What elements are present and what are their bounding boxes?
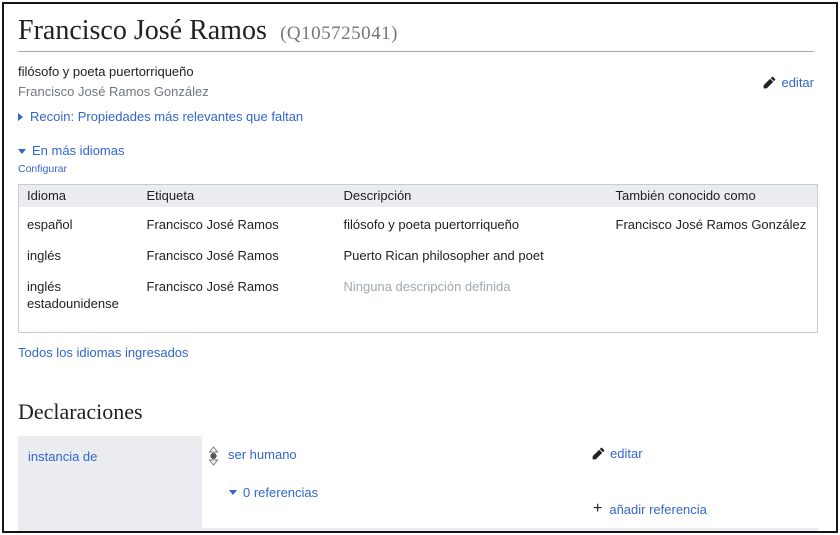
add-value-link[interactable]: añadir valor: [595, 532, 679, 533]
page-title: Francisco José Ramos: [18, 15, 267, 46]
cell-description-empty[interactable]: Ninguna descripción definida: [336, 269, 608, 333]
recoin-row: Recoin: Propiedades más relevantes que f…: [18, 107, 814, 127]
cell-language: español: [19, 207, 139, 238]
edit-statement-label: editar: [610, 446, 643, 461]
edit-terms-link[interactable]: editar: [763, 62, 814, 102]
add-reference-label: añadir referencia: [609, 502, 707, 517]
pencil-icon: [592, 447, 605, 460]
cell-label[interactable]: Francisco José Ramos: [139, 238, 336, 269]
entity-page: Francisco José Ramos (Q105725041) filóso…: [2, 2, 838, 533]
chevron-right-icon[interactable]: [18, 113, 23, 121]
cell-alias[interactable]: Francisco José Ramos González: [608, 207, 818, 238]
cell-description[interactable]: filósofo y poeta puertorriqueño: [336, 207, 608, 238]
more-languages-toggle[interactable]: En más idiomas: [18, 142, 814, 160]
entity-alias: Francisco José Ramos González: [18, 82, 763, 102]
cell-alias[interactable]: [608, 269, 818, 333]
pencil-icon: [763, 76, 776, 89]
page-content: Francisco José Ramos (Q105725041) filóso…: [4, 15, 836, 533]
table-row: inglés Francisco José Ramos Puerto Rican…: [19, 238, 818, 269]
entity-terms: filósofo y poeta puertorriqueño Francisc…: [18, 62, 814, 102]
references-count-label: 0 referencias: [243, 485, 318, 500]
table-row: inglés estadounidense Francisco José Ram…: [19, 269, 818, 333]
column-header-etiqueta: Etiqueta: [139, 185, 336, 208]
column-header-descripcion: Descripción: [336, 185, 608, 208]
language-table: Idioma Etiqueta Descripción También cono…: [18, 184, 818, 333]
cell-label[interactable]: Francisco José Ramos: [139, 269, 336, 333]
table-row: español Francisco José Ramos filósofo y …: [19, 207, 818, 238]
plus-icon: [593, 503, 602, 515]
cell-label[interactable]: Francisco José Ramos: [139, 207, 336, 238]
property-link[interactable]: instancia de: [28, 449, 97, 464]
entity-description: filósofo y poeta puertorriqueño: [18, 62, 763, 82]
edit-statement-link[interactable]: editar: [592, 446, 643, 461]
title-row: Francisco José Ramos (Q105725041): [18, 15, 814, 52]
cell-alias[interactable]: [608, 238, 818, 269]
edit-terms-label: editar: [781, 75, 814, 90]
configure-link[interactable]: Configurar: [18, 163, 67, 175]
cell-description[interactable]: Puerto Rican philosopher and poet: [336, 238, 608, 269]
more-languages-label: En más idiomas: [32, 142, 124, 160]
add-value-label: añadir valor: [611, 532, 679, 533]
statement-value-link[interactable]: ser humano: [228, 447, 297, 463]
recoin-link[interactable]: Recoin: Propiedades más relevantes que f…: [30, 107, 303, 127]
cell-language: inglés estadounidense: [19, 269, 139, 333]
references-toggle[interactable]: 0 referencias: [229, 485, 318, 500]
chevron-down-icon: [229, 490, 237, 495]
all-languages-link[interactable]: Todos los idiomas ingresados: [18, 344, 189, 362]
language-table-header-row: Idioma Etiqueta Descripción También cono…: [19, 185, 818, 208]
chevron-down-icon: [18, 149, 26, 154]
statement-group: instancia de ser humano editar: [18, 436, 818, 533]
entity-id: (Q105725041): [280, 23, 398, 44]
property-label: instancia de: [18, 436, 202, 477]
column-header-tambien: También conocido como: [608, 185, 818, 208]
rank-selector-icon[interactable]: [208, 446, 219, 466]
entity-terms-text: filósofo y poeta puertorriqueño Francisc…: [18, 62, 763, 102]
statement-mainsnak: ser humano editar 0 referencias añadir r…: [202, 436, 818, 528]
cell-language: inglés: [19, 238, 139, 269]
statements-heading: Declaraciones: [18, 399, 814, 425]
column-header-idioma: Idioma: [19, 185, 139, 208]
add-reference-link[interactable]: añadir referencia: [593, 502, 707, 517]
